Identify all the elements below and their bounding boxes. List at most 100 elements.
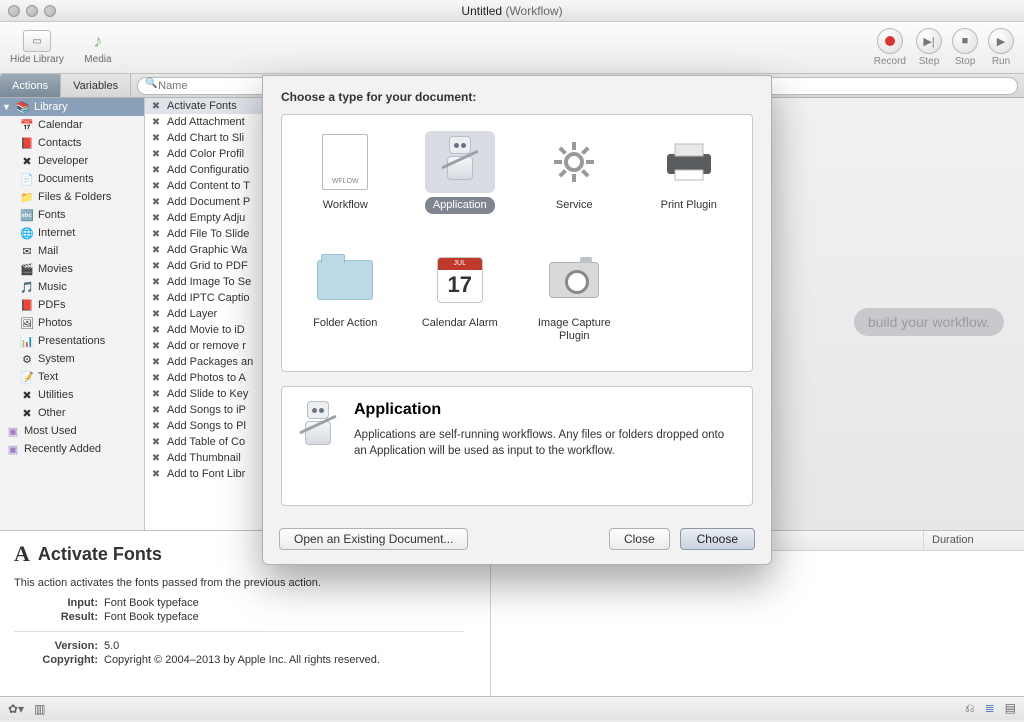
view-log-icon[interactable]: ▤ bbox=[1005, 701, 1016, 716]
type-label: Service bbox=[548, 197, 601, 214]
sidebar-item-internet[interactable]: 🌐Internet bbox=[0, 224, 144, 242]
sidebar-item-fonts[interactable]: 🔤Fonts bbox=[0, 206, 144, 224]
settings-gear-icon[interactable]: ✿▾ bbox=[8, 702, 24, 716]
action-item[interactable]: ✖Add Image To Se bbox=[145, 274, 264, 290]
action-item[interactable]: ✖Add Layer bbox=[145, 306, 264, 322]
choose-button[interactable]: Choose bbox=[680, 528, 755, 550]
sidebar-item-photos[interactable]: 🖼Photos bbox=[0, 314, 144, 332]
sheet-button-row: Open an Existing Document... Close Choos… bbox=[263, 516, 771, 564]
record-button[interactable]: Record bbox=[874, 28, 906, 67]
type-capture[interactable]: Image Capture Plugin bbox=[517, 243, 632, 361]
run-button[interactable]: ▶ Run bbox=[988, 28, 1014, 67]
minimize-window-button[interactable] bbox=[26, 5, 38, 17]
action-icon: ✖ bbox=[149, 403, 163, 417]
action-item[interactable]: ✖Add Graphic Wa bbox=[145, 242, 264, 258]
category-icon: 📁 bbox=[20, 190, 34, 204]
stop-button[interactable]: ■Stop bbox=[952, 28, 978, 67]
type-print[interactable]: Print Plugin bbox=[632, 125, 747, 243]
sidebar-recently-added[interactable]: ▣Recently Added bbox=[0, 440, 144, 458]
action-item[interactable]: ✖Activate Fonts bbox=[145, 98, 264, 114]
sidebar-most-used[interactable]: ▣Most Used bbox=[0, 422, 144, 440]
action-icon: ✖ bbox=[149, 387, 163, 401]
view-flow-icon[interactable]: ⎌ bbox=[965, 701, 975, 716]
sidebar-item-system[interactable]: ⚙System bbox=[0, 350, 144, 368]
category-icon: ✉ bbox=[20, 244, 34, 258]
sidebar-item-mail[interactable]: ✉Mail bbox=[0, 242, 144, 260]
sidebar-item-files-folders[interactable]: 📁Files & Folders bbox=[0, 188, 144, 206]
type-grid: WorkflowApplication Service Print Plugin Fo… bbox=[281, 114, 753, 372]
action-item[interactable]: ✖Add Thumbnail bbox=[145, 450, 264, 466]
sidebar-item-movies[interactable]: 🎬Movies bbox=[0, 260, 144, 278]
type-application[interactable]: Application bbox=[403, 125, 518, 243]
action-item[interactable]: ✖Add Photos to A bbox=[145, 370, 264, 386]
action-item[interactable]: ✖Add Content to T bbox=[145, 178, 264, 194]
type-calendar[interactable]: JUL17 Calendar Alarm bbox=[403, 243, 518, 361]
stop-icon: ■ bbox=[952, 28, 978, 54]
category-icon: 📊 bbox=[20, 334, 34, 348]
action-item[interactable]: ✖Add Grid to PDF bbox=[145, 258, 264, 274]
info-copyright-value: Copyright © 2004–2013 by Apple Inc. All … bbox=[104, 654, 380, 666]
sidebar-item-music[interactable]: 🎵Music bbox=[0, 278, 144, 296]
calendar-icon: JUL17 bbox=[425, 249, 495, 311]
category-icon: 🔤 bbox=[20, 208, 34, 222]
view-list-icon[interactable]: ≣ bbox=[985, 701, 995, 716]
hide-library-label: Hide Library bbox=[10, 54, 64, 65]
sidebar-item-text[interactable]: 📝Text bbox=[0, 368, 144, 386]
action-item[interactable]: ✖Add Table of Co bbox=[145, 434, 264, 450]
action-icon: ✖ bbox=[149, 467, 163, 481]
media-button[interactable]: ♪ Media bbox=[84, 30, 112, 65]
sidebar-item-other[interactable]: ✖Other bbox=[0, 404, 144, 422]
type-service[interactable]: Service bbox=[517, 125, 632, 243]
run-icon: ▶ bbox=[988, 28, 1014, 54]
action-item[interactable]: ✖Add Slide to Key bbox=[145, 386, 264, 402]
action-item[interactable]: ✖Add Songs to iP bbox=[145, 402, 264, 418]
action-item[interactable]: ✖Add Movie to iD bbox=[145, 322, 264, 338]
action-item[interactable]: ✖Add or remove r bbox=[145, 338, 264, 354]
sidebar-item-presentations[interactable]: 📊Presentations bbox=[0, 332, 144, 350]
type-label: Calendar Alarm bbox=[414, 315, 506, 332]
action-item[interactable]: ✖Add Chart to Sli bbox=[145, 130, 264, 146]
action-item[interactable]: ✖Add IPTC Captio bbox=[145, 290, 264, 306]
zoom-window-button[interactable] bbox=[44, 5, 56, 17]
status-bar: ✿▾ ▥ ⎌ ≣ ▤ bbox=[0, 696, 1024, 720]
hide-library-button[interactable]: ▭ Hide Library bbox=[10, 30, 64, 65]
actions-list: ✖Activate Fonts✖Add Attachment✖Add Chart… bbox=[145, 98, 265, 530]
sidebar-item-documents[interactable]: 📄Documents bbox=[0, 170, 144, 188]
sidebar-item-developer[interactable]: ✖Developer bbox=[0, 152, 144, 170]
action-item[interactable]: ✖Add Packages an bbox=[145, 354, 264, 370]
action-icon: ✖ bbox=[149, 451, 163, 465]
action-icon: ✖ bbox=[149, 147, 163, 161]
toggle-pane-icon[interactable]: ▥ bbox=[34, 702, 45, 716]
type-workflow[interactable]: Workflow bbox=[288, 125, 403, 243]
sidebar-item-pdfs[interactable]: 📕PDFs bbox=[0, 296, 144, 314]
tab-variables[interactable]: Variables bbox=[61, 74, 131, 97]
close-button[interactable]: Close bbox=[609, 528, 670, 550]
type-label: Image Capture Plugin bbox=[517, 315, 632, 345]
category-icon: ✖ bbox=[20, 388, 34, 402]
close-window-button[interactable] bbox=[8, 5, 20, 17]
action-item[interactable]: ✖Add Empty Adju bbox=[145, 210, 264, 226]
open-existing-button[interactable]: Open an Existing Document... bbox=[279, 528, 468, 550]
sidebar-library-header[interactable]: ▼📚Library bbox=[0, 98, 144, 116]
run-label: Run bbox=[992, 56, 1010, 67]
action-item[interactable]: ✖Add Configuratio bbox=[145, 162, 264, 178]
action-icon: ✖ bbox=[149, 259, 163, 273]
capture-icon bbox=[539, 249, 609, 311]
action-item[interactable]: ✖Add Color Profil bbox=[145, 146, 264, 162]
action-item[interactable]: ✖Add Document P bbox=[145, 194, 264, 210]
folder-icon bbox=[310, 249, 380, 311]
step-button[interactable]: ▶|Step bbox=[916, 28, 942, 67]
action-item[interactable]: ✖Add File To Slide bbox=[145, 226, 264, 242]
sidebar-item-calendar[interactable]: 📅Calendar bbox=[0, 116, 144, 134]
action-item[interactable]: ✖Add Songs to Pl bbox=[145, 418, 264, 434]
sidebar-item-utilities[interactable]: ✖Utilities bbox=[0, 386, 144, 404]
tab-actions[interactable]: Actions bbox=[0, 74, 61, 97]
sidebar-item-contacts[interactable]: 📕Contacts bbox=[0, 134, 144, 152]
type-label: Print Plugin bbox=[653, 197, 725, 214]
type-description-box: Application Applications are self-runnin… bbox=[281, 386, 753, 506]
info-result-label: Result: bbox=[14, 611, 98, 623]
action-item[interactable]: ✖Add Attachment bbox=[145, 114, 264, 130]
type-folder[interactable]: Folder Action bbox=[288, 243, 403, 361]
action-item[interactable]: ✖Add to Font Libr bbox=[145, 466, 264, 482]
info-copyright-label: Copyright: bbox=[14, 654, 98, 666]
